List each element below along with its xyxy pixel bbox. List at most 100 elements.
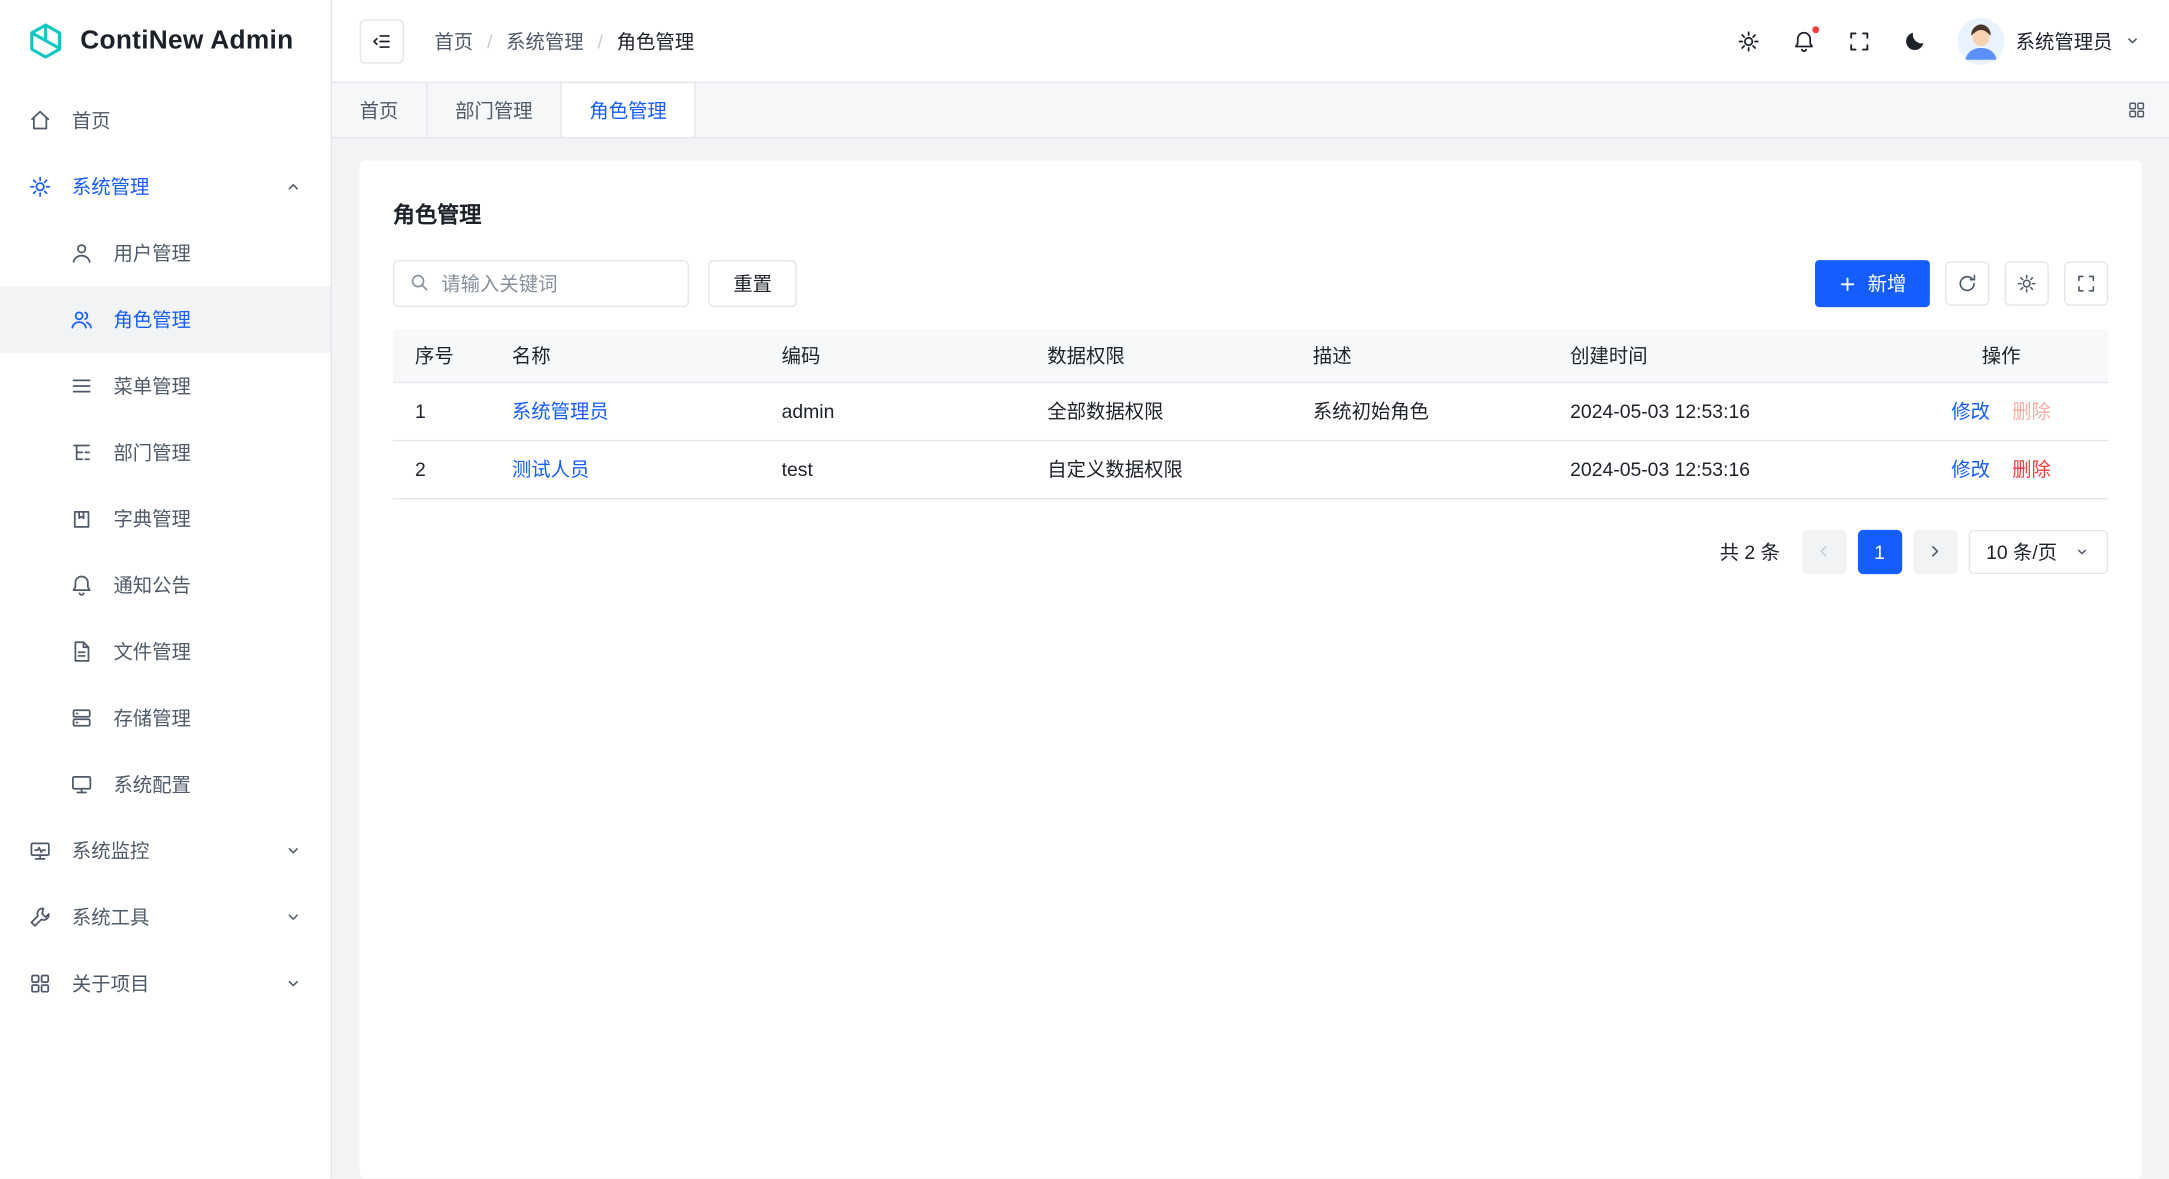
menu-fold-icon <box>371 30 393 52</box>
tab-label: 部门管理 <box>455 96 532 124</box>
sidebar-item-label: 文件管理 <box>113 638 190 666</box>
chevron-down-icon <box>284 908 303 927</box>
page-size-value: 10 条/页 <box>1986 537 2057 565</box>
cell-index: 2 <box>393 440 490 498</box>
edit-link[interactable]: 修改 <box>1951 400 1990 422</box>
dark-mode-moon-icon[interactable] <box>1902 28 1927 53</box>
sidebar-item-label: 首页 <box>72 107 111 135</box>
delete-link-disabled: 删除 <box>2012 400 2051 422</box>
prev-page-button[interactable] <box>1802 529 1846 573</box>
sidebar-item-label: 系统管理 <box>72 173 149 201</box>
sidebar-collapse-button[interactable] <box>360 19 404 63</box>
cell-description: 系统初始角色 <box>1291 382 1548 440</box>
sidebar-item-label: 角色管理 <box>113 306 190 334</box>
page-title: 角色管理 <box>393 196 2108 229</box>
sidebar-item-label: 关于项目 <box>72 970 149 998</box>
tree-icon <box>69 440 94 465</box>
sidebar-item-dictionary[interactable]: 字典管理 <box>0 486 331 552</box>
sidebar-item-files[interactable]: 文件管理 <box>0 618 331 684</box>
sidebar-item-label: 菜单管理 <box>113 372 190 400</box>
sidebar-item-label: 存储管理 <box>113 704 190 732</box>
sidebar: ContiNew Admin 首页 系统管理 <box>0 0 332 1179</box>
monitor-chart-icon <box>28 838 53 863</box>
sidebar-group-system[interactable]: 系统管理 <box>0 154 331 220</box>
add-button-label: 新增 <box>1868 270 1907 298</box>
menu-list-icon <box>69 374 94 399</box>
cell-scope: 全部数据权限 <box>1025 382 1291 440</box>
sidebar-group-tools[interactable]: 系统工具 <box>0 884 331 950</box>
topbar: 首页 / 系统管理 / 角色管理 <box>332 0 2169 83</box>
tab-departments[interactable]: 部门管理 <box>427 83 561 137</box>
column-header-actions: 操作 <box>1894 329 2108 382</box>
edit-link[interactable]: 修改 <box>1951 458 1990 480</box>
app-logo[interactable]: ContiNew Admin <box>0 0 331 83</box>
book-icon <box>69 506 94 531</box>
next-page-button[interactable] <box>1913 529 1957 573</box>
sidebar-nav: 首页 系统管理 用户管理 角色 <box>0 83 331 1017</box>
gear-icon <box>2016 273 2038 295</box>
breadcrumb-home[interactable]: 首页 <box>434 27 473 55</box>
cell-created: 2024-05-03 12:53:16 <box>1548 440 1894 498</box>
cell-scope: 自定义数据权限 <box>1025 440 1291 498</box>
reset-button[interactable]: 重置 <box>708 260 797 307</box>
cell-created: 2024-05-03 12:53:16 <box>1548 382 1894 440</box>
column-header-created: 创建时间 <box>1548 329 1894 382</box>
table-row: 1 系统管理员 admin 全部数据权限 系统初始角色 2024-05-03 1… <box>393 382 2108 440</box>
user-menu[interactable]: 系统管理员 <box>1958 17 2142 64</box>
table-settings-button[interactable] <box>2005 261 2049 305</box>
chevron-down-icon <box>2124 32 2142 50</box>
sidebar-item-label: 系统监控 <box>72 837 149 865</box>
page-number-1[interactable]: 1 <box>1857 529 1901 573</box>
settings-icon[interactable] <box>1736 28 1761 53</box>
plus-icon <box>1839 275 1857 293</box>
users-icon <box>69 307 94 332</box>
bell-icon <box>69 573 94 598</box>
column-header-index: 序号 <box>393 329 490 382</box>
tab-label: 角色管理 <box>589 96 666 124</box>
sidebar-item-system-config[interactable]: 系统配置 <box>0 751 331 817</box>
tab-actions-icon[interactable] <box>2126 83 2169 137</box>
wrench-icon <box>28 905 53 930</box>
sidebar-item-storage[interactable]: 存储管理 <box>0 685 331 751</box>
sidebar-group-about[interactable]: 关于项目 <box>0 950 331 1016</box>
expand-table-button[interactable] <box>2064 261 2108 305</box>
sidebar-item-departments[interactable]: 部门管理 <box>0 419 331 485</box>
role-name-link[interactable]: 测试人员 <box>512 458 589 480</box>
fullscreen-icon[interactable] <box>1847 28 1872 53</box>
sidebar-group-monitor[interactable]: 系统监控 <box>0 818 331 884</box>
sidebar-item-home[interactable]: 首页 <box>0 87 331 153</box>
monitor-icon <box>69 772 94 797</box>
notification-bell-icon[interactable] <box>1792 28 1817 53</box>
sidebar-item-label: 系统工具 <box>72 903 149 931</box>
user-name: 系统管理员 <box>2016 27 2113 55</box>
sidebar-item-announcements[interactable]: 通知公告 <box>0 552 331 618</box>
tab-roles[interactable]: 角色管理 <box>562 83 696 137</box>
page-size-select[interactable]: 10 条/页 <box>1968 529 2108 573</box>
app-title: ContiNew Admin <box>80 26 293 56</box>
role-name-link[interactable]: 系统管理员 <box>512 400 609 422</box>
pagination: 共 2 条 1 10 条/页 <box>393 529 2108 573</box>
breadcrumb-system[interactable]: 系统管理 <box>506 27 583 55</box>
expand-icon <box>2075 273 2097 295</box>
sidebar-item-label: 用户管理 <box>113 239 190 267</box>
cell-code: admin <box>759 382 1025 440</box>
sidebar-item-label: 通知公告 <box>113 571 190 599</box>
delete-link[interactable]: 删除 <box>2012 458 2051 480</box>
chevron-down-icon <box>284 841 303 860</box>
search-input[interactable] <box>393 260 689 307</box>
logo-icon <box>25 21 67 63</box>
chevron-down-icon <box>2074 543 2091 560</box>
sidebar-item-users[interactable]: 用户管理 <box>0 220 331 286</box>
sidebar-item-label: 部门管理 <box>113 439 190 467</box>
column-header-name: 名称 <box>490 329 760 382</box>
sidebar-item-menus[interactable]: 菜单管理 <box>0 353 331 419</box>
sidebar-item-roles[interactable]: 角色管理 <box>0 286 331 352</box>
tab-home[interactable]: 首页 <box>332 83 427 137</box>
pagination-total: 共 2 条 <box>1720 537 1780 565</box>
home-icon <box>28 108 53 133</box>
breadcrumb: 首页 / 系统管理 / 角色管理 <box>434 27 694 55</box>
refresh-button[interactable] <box>1945 261 1989 305</box>
breadcrumb-separator: / <box>487 30 492 52</box>
search-icon <box>408 271 430 293</box>
add-button[interactable]: 新增 <box>1815 260 1930 307</box>
